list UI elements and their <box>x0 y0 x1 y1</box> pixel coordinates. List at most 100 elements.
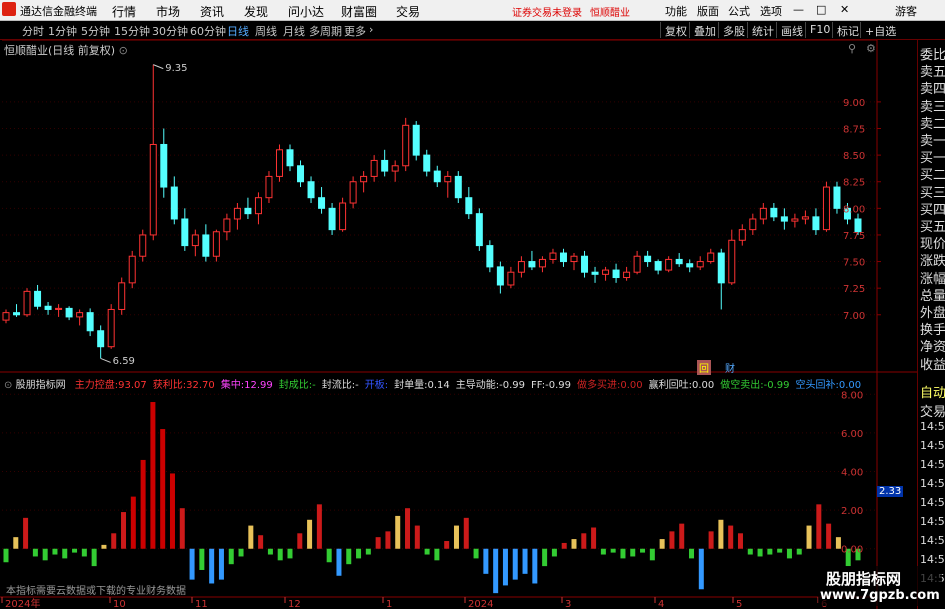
toolbar-stats-button[interactable]: 统计 <box>747 22 778 38</box>
x-tick-label: 1 <box>386 599 392 609</box>
candle <box>44 302 52 315</box>
period-tab-more[interactable]: 更多 <box>344 23 366 39</box>
menu-item-ask[interactable]: 问小达 <box>288 3 324 20</box>
maximize-icon[interactable]: □ <box>816 3 826 16</box>
high-marker <box>153 64 164 70</box>
guest-label[interactable]: 游客 <box>895 3 917 19</box>
trade-time-label: 14:56 <box>920 496 945 509</box>
chart-area: 9.00 8.75 8.50 8.25 8.00 7.75 7.50 7.25 7.00 8.00… <box>0 40 917 609</box>
quote-field-label: 总量 <box>920 288 945 304</box>
menu-item-wealth[interactable]: 财富圈 <box>341 3 377 20</box>
indicator-y-tick-label: 6.00 <box>841 429 863 440</box>
candle <box>212 229 220 262</box>
indicator-bar <box>121 512 127 549</box>
settings-circle-icon[interactable]: ⊙ <box>4 380 12 391</box>
main-chart-title: 恒顺醋业(日线 前复权) ⊙ <box>4 44 128 57</box>
period-tab-60min[interactable]: 60分钟 <box>190 23 226 39</box>
y-tick-label: 7.50 <box>843 258 865 269</box>
menu-item-layout[interactable]: 版面 <box>697 3 719 19</box>
login-notice[interactable]: 证券交易未登录 <box>512 4 582 19</box>
indicator-bar <box>551 548 557 557</box>
indicator-bar <box>532 548 538 584</box>
candle <box>654 259 662 275</box>
menu-item-quotes[interactable]: 行情 <box>112 3 136 20</box>
indicator-bar <box>130 496 136 549</box>
menu-item-discover[interactable]: 发现 <box>244 3 268 20</box>
toolbar-multi-button[interactable]: 多股 <box>718 22 749 38</box>
candle <box>812 208 820 235</box>
indicator-bar <box>248 525 254 549</box>
candle <box>149 64 157 241</box>
menu-item-formula[interactable]: 公式 <box>728 3 750 19</box>
settings-icon[interactable]: ⚙ <box>866 42 876 55</box>
quote-field-label: 委比 <box>920 48 945 63</box>
indicator-bar <box>307 519 313 549</box>
quote-field-label: 卖五 <box>920 65 945 81</box>
candle <box>170 176 178 225</box>
candle <box>202 224 210 262</box>
candle <box>454 171 462 204</box>
period-tab-monthly[interactable]: 月线 <box>283 23 305 39</box>
candle <box>738 224 746 246</box>
candle <box>665 256 673 273</box>
period-tab-5min[interactable]: 5分钟 <box>81 23 110 39</box>
period-toolbar: 分时 1分钟 5分钟 15分钟 30分钟 60分钟 日线 周线 月线 多周期 更… <box>0 21 945 40</box>
period-tab-15min[interactable]: 15分钟 <box>114 23 150 39</box>
toolbar-draw-button[interactable]: 画线 <box>776 22 807 38</box>
menu-item-options[interactable]: 选项 <box>760 3 782 19</box>
toolbar-adjust-button[interactable]: 复权 <box>660 22 691 38</box>
indicator-bar <box>600 548 606 555</box>
candle <box>507 266 515 289</box>
toolbar-mark-button[interactable]: 标记 <box>832 22 863 38</box>
period-tab-daily[interactable]: 日线 <box>227 23 249 39</box>
quote-field-label: 买四 <box>920 202 945 218</box>
period-tab-weekly[interactable]: 周线 <box>255 23 277 39</box>
menu-item-market[interactable]: 市场 <box>156 3 180 20</box>
period-tab-30min[interactable]: 30分钟 <box>152 23 188 39</box>
indicator-bar <box>356 548 362 559</box>
toolbar-overlay-button[interactable]: 叠加 <box>689 22 720 38</box>
candle <box>633 250 641 275</box>
y-tick-label: 7.00 <box>843 311 865 322</box>
watermark: 股朋指标网 www.7gpzb.com <box>818 566 942 606</box>
quote-field-label: 卖一 <box>920 134 945 149</box>
indicator-bar <box>395 515 401 549</box>
event-badge-return[interactable]: 回 <box>697 360 711 375</box>
candle <box>675 253 683 267</box>
indicator-bar <box>179 508 185 549</box>
event-badge-finance[interactable]: 财 <box>725 360 735 375</box>
indicator-bar <box>444 541 450 549</box>
x-tick-label: 10 <box>113 599 126 609</box>
toolbar-f10-button[interactable]: F10 <box>805 22 834 38</box>
menu-item-trade[interactable]: 交易 <box>396 3 420 20</box>
indicator-bar <box>52 548 58 555</box>
toolbar-add-watchlist-button[interactable]: +自选 <box>860 22 900 38</box>
candle <box>223 213 231 241</box>
minimize-icon[interactable]: — <box>793 3 804 16</box>
indicator-field: 集中:12.99 <box>220 380 273 391</box>
candle <box>65 306 73 321</box>
indicator-bar <box>796 548 802 555</box>
chevron-right-icon[interactable]: › <box>369 23 373 36</box>
indicator-bar <box>228 548 234 565</box>
indicator-bar <box>708 531 714 549</box>
period-tab-multi[interactable]: 多周期 <box>309 23 342 39</box>
indicator-bar <box>199 548 205 570</box>
trade-time-label: 交易 <box>920 405 945 420</box>
indicator-bar <box>346 548 352 565</box>
quote-field-label: 外盘 <box>920 306 945 321</box>
zoom-icon[interactable]: ⚲ <box>848 42 856 55</box>
menu-item-news[interactable]: 资讯 <box>200 3 224 20</box>
menu-item-function[interactable]: 功能 <box>665 3 687 19</box>
candle <box>76 309 84 326</box>
close-icon[interactable]: ✕ <box>840 3 849 16</box>
period-tab-1min[interactable]: 1分钟 <box>48 23 77 39</box>
indicator-bar <box>630 548 636 557</box>
period-tab-intraday[interactable]: 分时 <box>22 23 44 39</box>
candle <box>475 208 483 251</box>
indicator-field: 获利比:32.70 <box>152 380 215 391</box>
trade-time-label: 14:56 <box>920 458 945 471</box>
candle <box>559 248 567 267</box>
settings-circle-icon[interactable]: ⊙ <box>119 44 128 57</box>
candle <box>528 250 536 271</box>
